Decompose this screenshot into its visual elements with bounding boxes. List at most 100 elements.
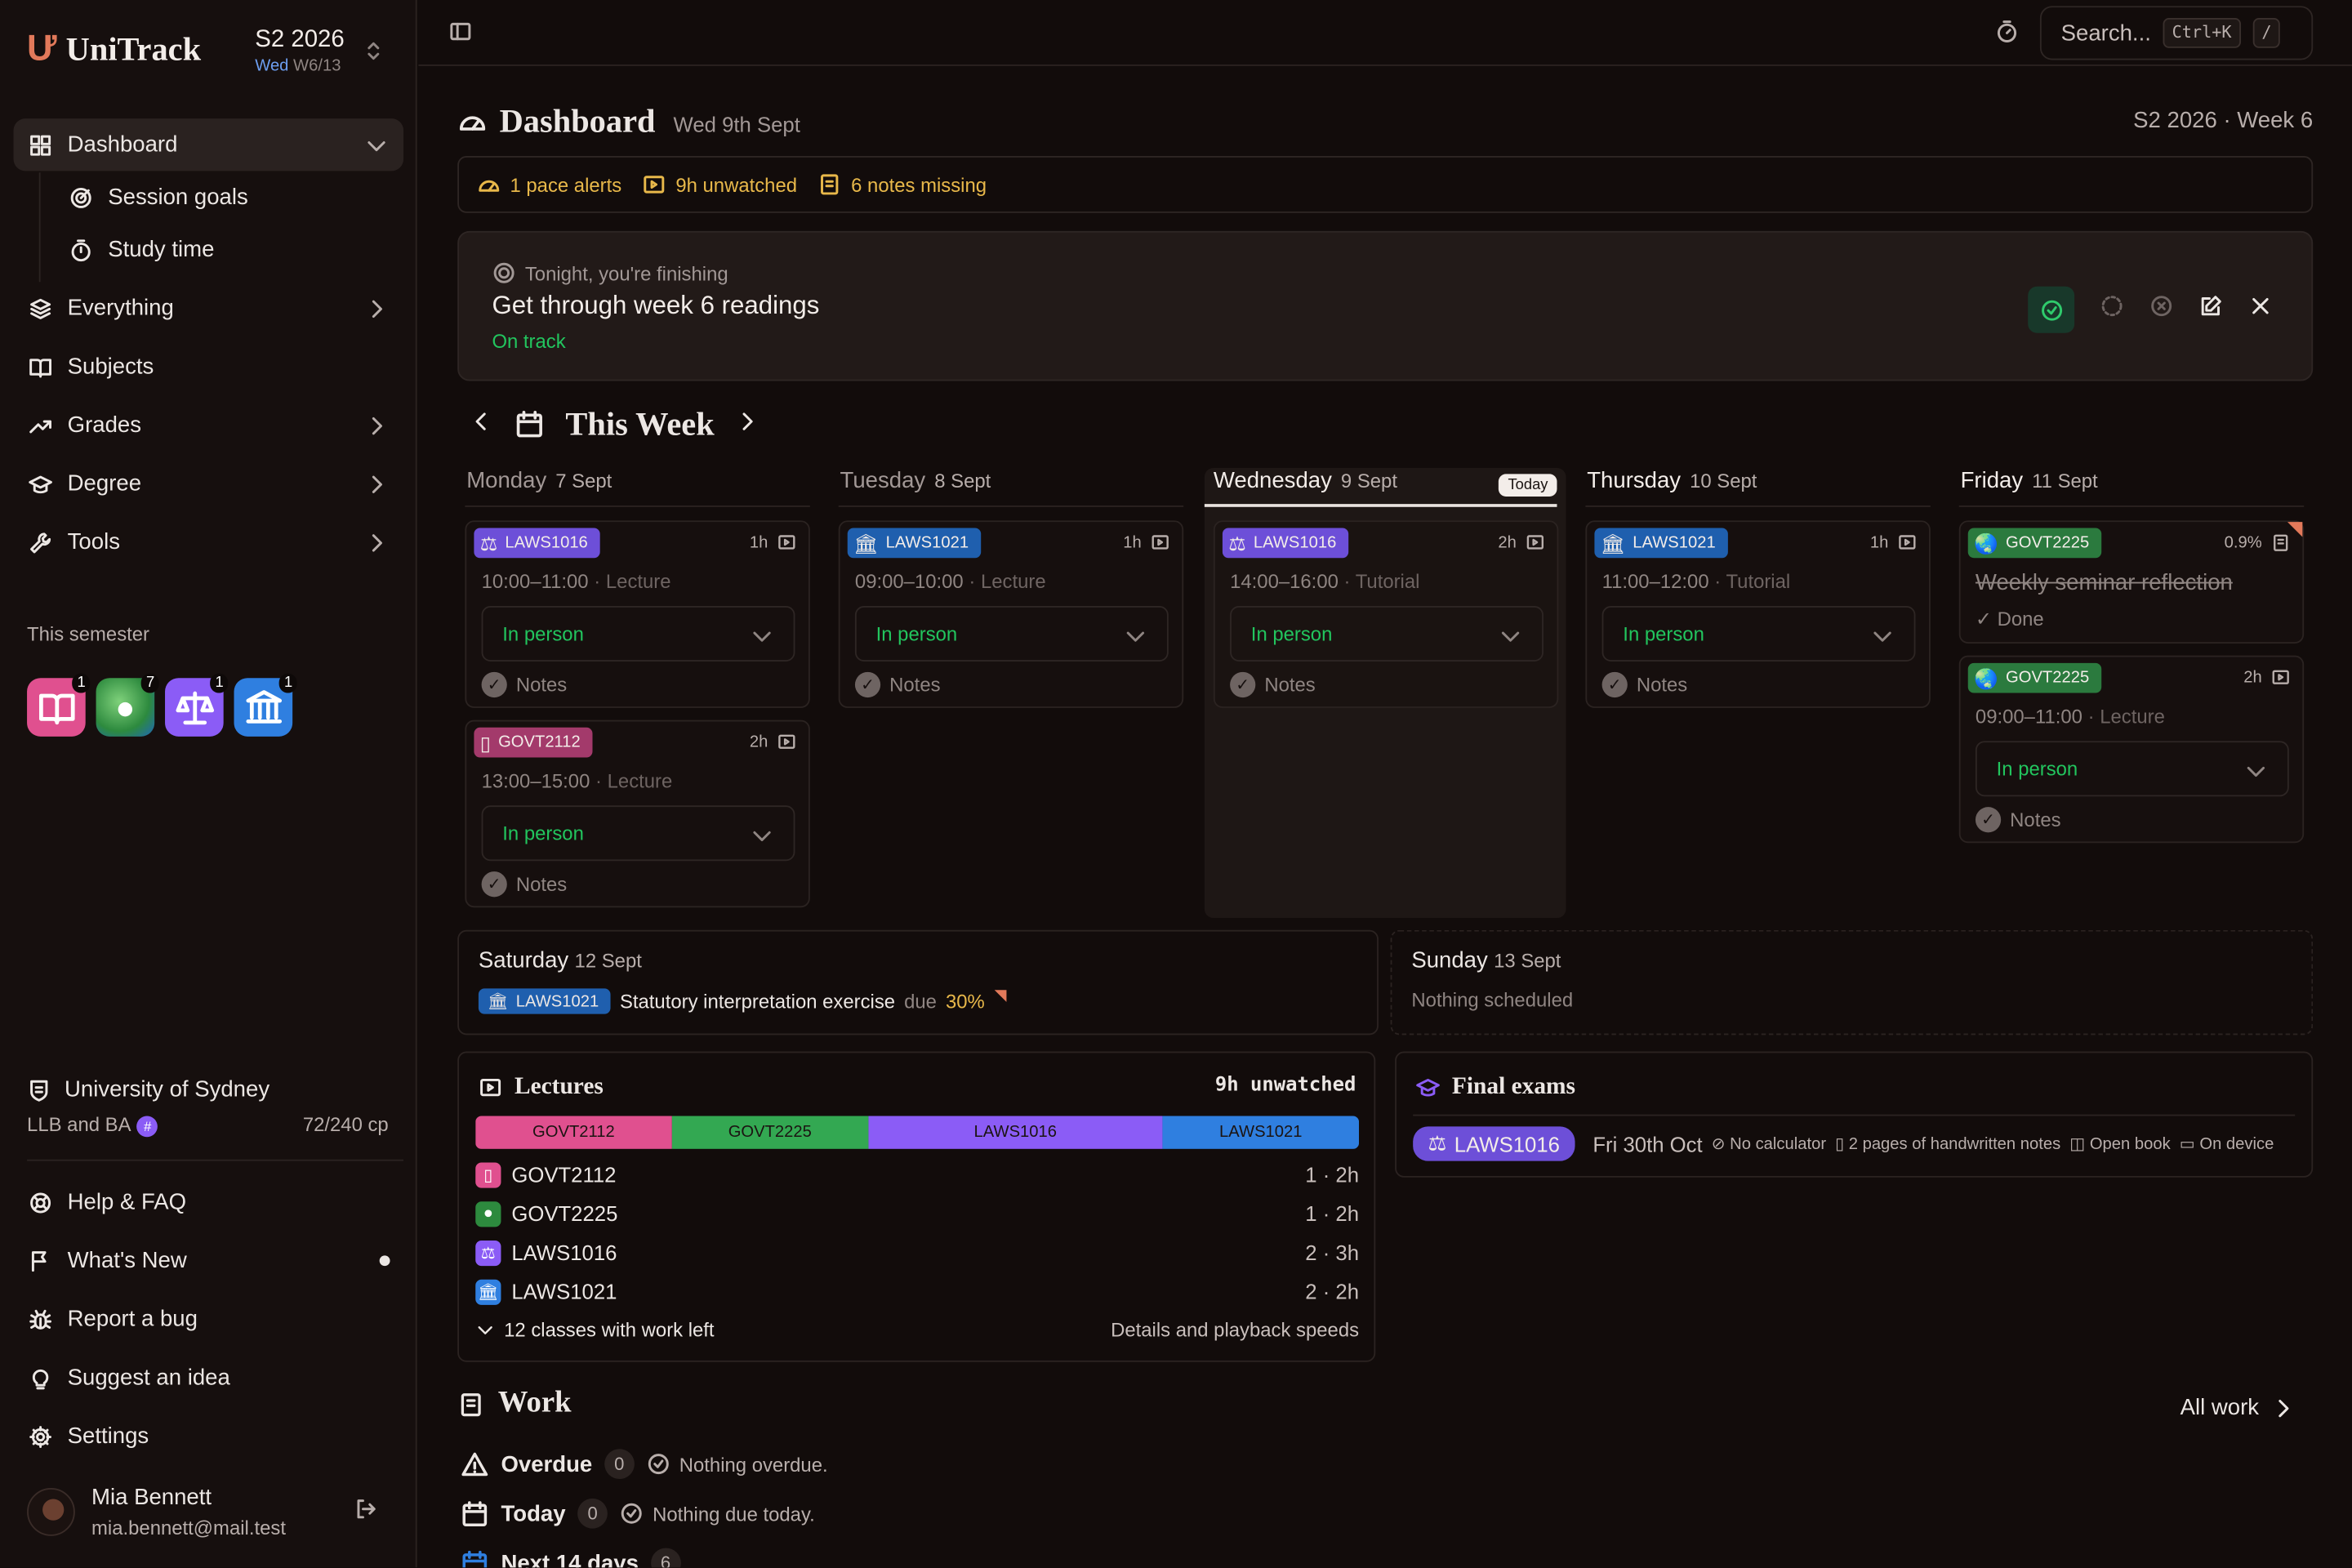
- expand-classes-button[interactable]: 12 classes with work left: [475, 1318, 715, 1341]
- notes-icon: [821, 174, 840, 195]
- logout-icon[interactable]: [354, 1497, 377, 1529]
- assignment-weight: 0.9%: [2224, 532, 2262, 551]
- laptop-icon: ▭: [2179, 1135, 2195, 1154]
- university-info[interactable]: University of Sydney LLB and BA # 72/240 …: [27, 1077, 389, 1138]
- alert-text: 6 notes missing: [851, 173, 987, 196]
- today-badge: Today: [1499, 474, 1557, 497]
- chevron-down-icon: [1870, 624, 1894, 653]
- lecture-row[interactable]: ● GOVT2225 1 · 2h: [475, 1199, 1359, 1229]
- prev-week-button[interactable]: [470, 409, 493, 441]
- sidebar-item-grades[interactable]: Grades: [14, 399, 404, 452]
- sidebar-item-degree[interactable]: Degree: [14, 457, 404, 510]
- attendance-select[interactable]: In person: [854, 606, 1169, 662]
- subject-badge-globe[interactable]: ● 7: [96, 673, 159, 737]
- subject-badge-scales[interactable]: 1: [165, 673, 229, 737]
- subject-badge-book[interactable]: 1: [27, 673, 91, 737]
- details-link[interactable]: Details and playback speeds: [1111, 1318, 1359, 1341]
- university-crest-icon: [30, 1079, 48, 1101]
- alert-pace[interactable]: 1 pace alerts: [477, 172, 621, 196]
- chevron-down-icon: [750, 624, 773, 653]
- sidebar-item-help[interactable]: Help & FAQ: [14, 1176, 404, 1228]
- check-icon: ✓: [1601, 671, 1628, 698]
- brand[interactable]: Ư UniTrack: [27, 30, 201, 69]
- event-card[interactable]: 🌏 GOVT2225 2h 09:00–11:00 · Lecture In pe…: [1958, 655, 2305, 844]
- subject-chip: ▯ GOVT2112: [474, 727, 593, 758]
- notes-toggle[interactable]: ✓ Notes: [854, 671, 941, 698]
- attendance-select[interactable]: In person: [481, 805, 795, 862]
- event-card[interactable]: 🏛 LAWS1021 1h 11:00–12:00 · Tutorial In p…: [1585, 520, 1931, 708]
- event-card[interactable]: 🏛 LAWS1021 1h 09:00–10:00 · Lecture In pe…: [838, 520, 1184, 708]
- mark-complete-button[interactable]: [2028, 286, 2075, 333]
- credit-points: 72/240 cp: [302, 1112, 389, 1136]
- target-icon: [493, 262, 514, 283]
- sidebar-item-subjects[interactable]: Subjects: [14, 341, 404, 393]
- work-row-next-14-days[interactable]: Next 14 days 6: [461, 1548, 681, 1568]
- sidebar-item-report-bug[interactable]: Report a bug: [14, 1293, 404, 1345]
- degree-tag: #: [136, 1116, 158, 1138]
- partial-button[interactable]: [2100, 294, 2123, 326]
- day-date: 12 Sept: [574, 949, 642, 973]
- semester-switcher[interactable]: S2 2026 Wed W6/13: [255, 28, 344, 75]
- check-circle-icon: [2041, 299, 2062, 320]
- globe-icon: 🌏: [1974, 532, 1998, 555]
- lecture-row[interactable]: 🏛 LAWS1021 2 · 2h: [475, 1276, 1359, 1307]
- next-week-button[interactable]: [735, 409, 759, 441]
- assignment-card[interactable]: 🌏 GOVT2225 0.9% Weekly seminar reflection…: [1958, 520, 2305, 644]
- sidebar-item-label: Degree: [67, 470, 142, 497]
- event-type: Lecture: [607, 769, 673, 792]
- skip-button[interactable]: [2149, 294, 2173, 326]
- sidebar-item-suggest-idea[interactable]: Suggest an idea: [14, 1352, 404, 1404]
- chevron-down-icon: [1124, 624, 1147, 653]
- user-profile[interactable]: Mia Bennett mia.bennett@mail.test: [27, 1485, 390, 1544]
- work-row-count: 0: [577, 1498, 608, 1529]
- layers-icon: [30, 297, 51, 318]
- event-duration: 1h: [1123, 532, 1142, 551]
- attendance-select[interactable]: In person: [481, 606, 795, 662]
- alert-notes[interactable]: 6 notes missing: [818, 172, 987, 196]
- search-label: Search...: [2060, 20, 2151, 47]
- event-card[interactable]: ▯ GOVT2112 2h 13:00–15:00 · Lecture In pe…: [465, 719, 810, 908]
- timer-icon[interactable]: [1995, 20, 2019, 51]
- globe-icon: ●: [475, 1200, 501, 1227]
- all-work-link[interactable]: All work: [2180, 1395, 2296, 1420]
- book-icon: ▯: [475, 1161, 501, 1187]
- search-input[interactable]: Search... Ctrl+K /: [2039, 6, 2314, 60]
- chevron-updown-icon[interactable]: [362, 39, 385, 71]
- event-time: 14:00–16:00: [1230, 569, 1339, 593]
- event-time: 10:00–11:00: [481, 569, 589, 593]
- subject-badge-columns[interactable]: 1: [234, 673, 297, 737]
- attendance-select[interactable]: In person: [1601, 606, 1916, 662]
- subject-chip: ⚖ LAWS1016: [474, 528, 600, 559]
- work-row-count: 6: [650, 1548, 681, 1568]
- sidebar-toggle-icon[interactable]: [448, 20, 472, 51]
- work-row-label: Next 14 days: [501, 1550, 639, 1568]
- close-goal-button[interactable]: [2248, 294, 2272, 326]
- sidebar-item-study-time[interactable]: Study time: [69, 224, 399, 276]
- notes-toggle[interactable]: ✓ Notes: [1601, 671, 1687, 698]
- edit-goal-button[interactable]: [2199, 294, 2223, 326]
- sidebar-item-tools[interactable]: Tools: [14, 516, 404, 568]
- lecture-row[interactable]: ⚖ LAWS1016 2 · 3h: [475, 1237, 1359, 1267]
- attendance-select[interactable]: In person: [1975, 741, 2289, 797]
- work-row-today[interactable]: Today 0 Nothing due today.: [461, 1498, 815, 1529]
- notes-toggle[interactable]: ✓ Notes: [481, 671, 567, 698]
- event-card[interactable]: ⚖ LAWS1016 1h 10:00–11:00 · Lecture In pe…: [465, 520, 810, 708]
- event-card[interactable]: ⚖ LAWS1016 2h 14:00–16:00 · Tutorial In p…: [1213, 520, 1559, 708]
- notes-toggle[interactable]: ✓ Notes: [1975, 807, 2061, 833]
- subject-chip: 🌏 GOVT2225: [1967, 662, 2101, 693]
- exam-row[interactable]: ⚖ LAWS1016 Fri 30th Oct ⊘ No calculator ▯ 2…: [1413, 1126, 2274, 1161]
- sidebar-item-everything[interactable]: Everything: [14, 282, 404, 334]
- notes-toggle[interactable]: ✓ Notes: [1230, 671, 1316, 698]
- sidebar-item-settings[interactable]: Settings: [14, 1410, 404, 1462]
- sidebar-item-session-goals[interactable]: Session goals: [69, 171, 399, 223]
- lecture-row[interactable]: ▯ GOVT2112 1 · 2h: [475, 1160, 1359, 1190]
- day-column-wednesday: Wednesday 9 Sept Today ⚖ LAWS1016 2h 14:00–…: [1204, 468, 1566, 919]
- week-value: W6/13: [293, 56, 341, 75]
- work-row-overdue[interactable]: Overdue 0 Nothing overdue.: [461, 1449, 828, 1479]
- attendance-select[interactable]: In person: [1230, 606, 1544, 662]
- sidebar-item-dashboard[interactable]: Dashboard: [13, 118, 404, 172]
- alert-unwatched[interactable]: 9h unwatched: [643, 172, 797, 196]
- weekend-task[interactable]: 🏛 LAWS1021 Statutory interpretation exerc…: [478, 988, 1006, 1014]
- sidebar-item-whats-new[interactable]: What's New: [14, 1235, 404, 1287]
- notes-toggle[interactable]: ✓ Notes: [481, 871, 567, 898]
